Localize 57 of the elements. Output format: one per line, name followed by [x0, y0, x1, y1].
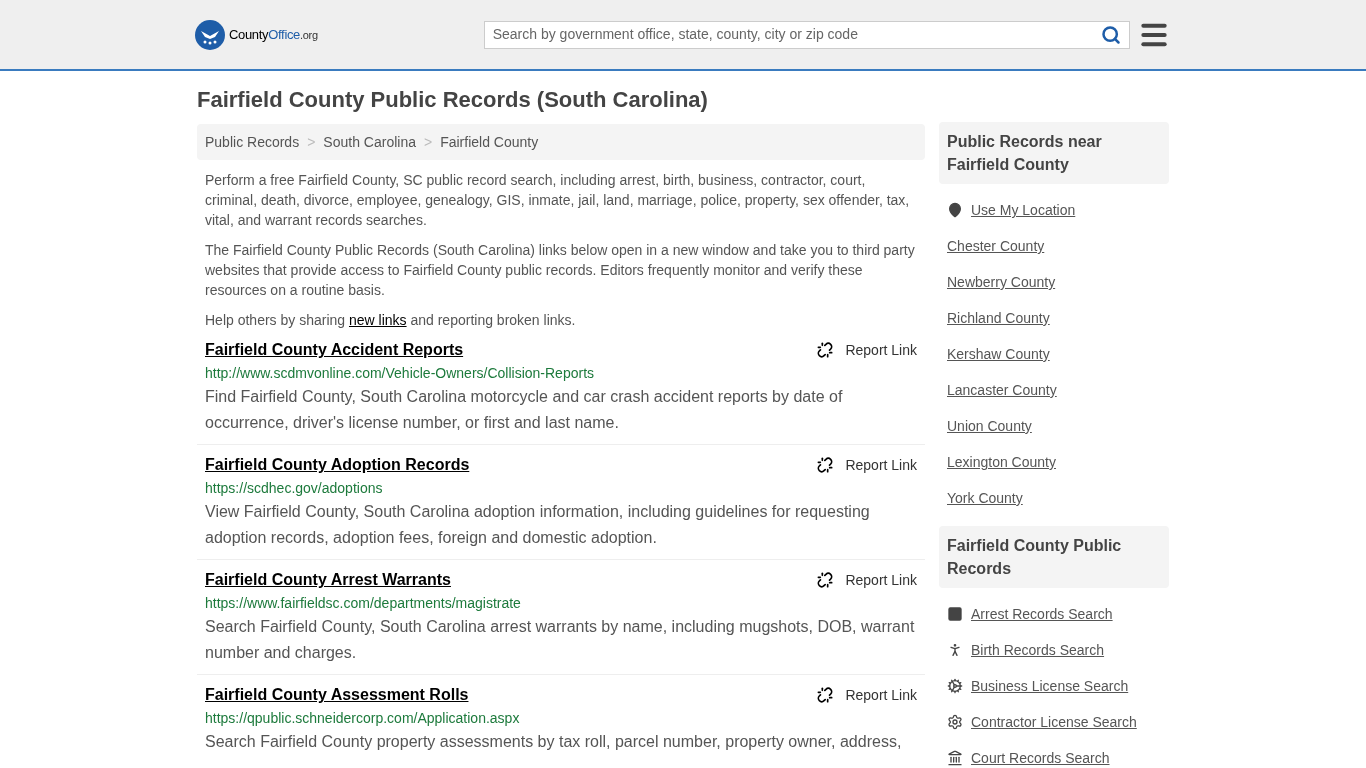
page-title: Fairfield County Public Records (South Carolina)	[197, 87, 709, 113]
county-link[interactable]: Lexington County	[947, 452, 1161, 472]
record-search-link[interactable]: Business License Search	[971, 676, 1129, 696]
record-search-link[interactable]: Arrest Records Search	[971, 604, 1113, 624]
person-icon	[947, 642, 963, 658]
record-description: Search Fairfield County property assessments by tax roll, parcel number, property owner, address,	[205, 732, 903, 752]
logo-icon[interactable]	[195, 19, 225, 50]
square-icon	[947, 606, 963, 622]
report-link-button[interactable]: Report Link	[817, 685, 917, 705]
report-link-button[interactable]: Report Link	[817, 455, 917, 475]
new-links-link[interactable]: new links	[348, 312, 407, 328]
record-description: Search Fairfield County, South Carolina arrest warrants by name, including mugshots, DOB, warrant number and charges.	[205, 617, 916, 663]
gear-icon	[947, 714, 963, 730]
use-location-link[interactable]: Use My Location	[947, 200, 1161, 220]
sidebar-heading: Public Records near Fairfield County	[939, 122, 1169, 184]
county-link[interactable]: Newberry County	[947, 272, 1161, 292]
record-title-link[interactable]: Fairfield County Assessment Rolls	[205, 685, 469, 705]
gears-icon	[947, 678, 963, 694]
broken-link-icon	[817, 342, 834, 358]
broken-link-icon	[817, 572, 834, 588]
search-icon[interactable]	[1100, 24, 1121, 45]
county-link[interactable]: Lancaster County	[947, 380, 1161, 400]
record-title-link[interactable]: Fairfield County Adoption Records	[205, 455, 470, 475]
record-search-link[interactable]: Birth Records Search	[971, 640, 1105, 660]
breadcrumb-link[interactable]: Fairfield County	[440, 131, 539, 153]
county-link[interactable]: Union County	[947, 416, 1161, 436]
logo-text[interactable]: CountyOffice.org	[229, 24, 318, 45]
record-url[interactable]: https://scdhec.gov/adoptions	[205, 479, 917, 497]
report-link-button[interactable]: Report Link	[817, 570, 917, 590]
intro-paragraph: The Fairfield County Public Records (South Carolina) links below open in a new window and take you to third party websites that provide access to Fairfield County public records. Editors frequently monitor and verify these resources on a routine basis.	[205, 241, 916, 300]
record-search-link[interactable]: Court Records Search	[971, 748, 1110, 768]
county-link[interactable]: Chester County	[947, 236, 1161, 256]
record-description: View Fairfield County, South Carolina adoption information, including guidelines for requesting adoption records, adoption fees, foreign and domestic adoption.	[205, 502, 871, 548]
breadcrumb-link[interactable]: Public Records	[205, 131, 300, 153]
sidebar-heading: Fairfield County Public Records	[939, 526, 1169, 588]
record-url[interactable]: https://www.fairfieldsc.com/departments/magistrate	[205, 594, 917, 612]
report-link-button[interactable]: Report Link	[817, 340, 917, 360]
county-link[interactable]: York County	[947, 488, 1161, 508]
county-link[interactable]: Richland County	[947, 308, 1161, 328]
record-description: Find Fairfield County, South Carolina motorcycle and car crash accident reports by date of occurrence, driver's license number, or first and last name.	[205, 387, 844, 433]
breadcrumb-separator: >	[307, 132, 316, 152]
intro-paragraph: Perform a free Fairfield County, SC public record search, including arrest, birth, business, contractor, court, criminal, death, divorce, employee, genealogy, GIS, inmate, jail, land, marriage, police, property, sex offender, tax, vital, and warrant records searches.	[205, 171, 911, 230]
breadcrumb-separator: >	[423, 132, 433, 152]
record-title-link[interactable]: Fairfield County Arrest Warrants	[205, 570, 451, 590]
broken-link-icon	[817, 687, 834, 703]
record-title-link[interactable]: Fairfield County Accident Reports	[205, 340, 464, 360]
record-url[interactable]: http://www.scdmvonline.com/Vehicle-Owners/Collision-Reports	[205, 364, 917, 382]
building-icon	[947, 750, 963, 766]
breadcrumb-link[interactable]: South Carolina	[323, 131, 416, 153]
search-input[interactable]: Search by government office, state, county, city or zip code	[492, 24, 1101, 45]
broken-link-icon	[817, 457, 834, 473]
record-search-link[interactable]: Contractor License Search	[971, 712, 1137, 732]
map-pin-icon	[947, 202, 963, 218]
county-link[interactable]: Kershaw County	[947, 344, 1161, 364]
help-text: Help others by sharing new links and reporting broken links.	[205, 311, 577, 330]
record-url[interactable]: https://qpublic.schneidercorp.com/Application.aspx	[205, 709, 917, 727]
search-field[interactable]: Search by government office, state, county, city or zip code	[483, 20, 1130, 49]
